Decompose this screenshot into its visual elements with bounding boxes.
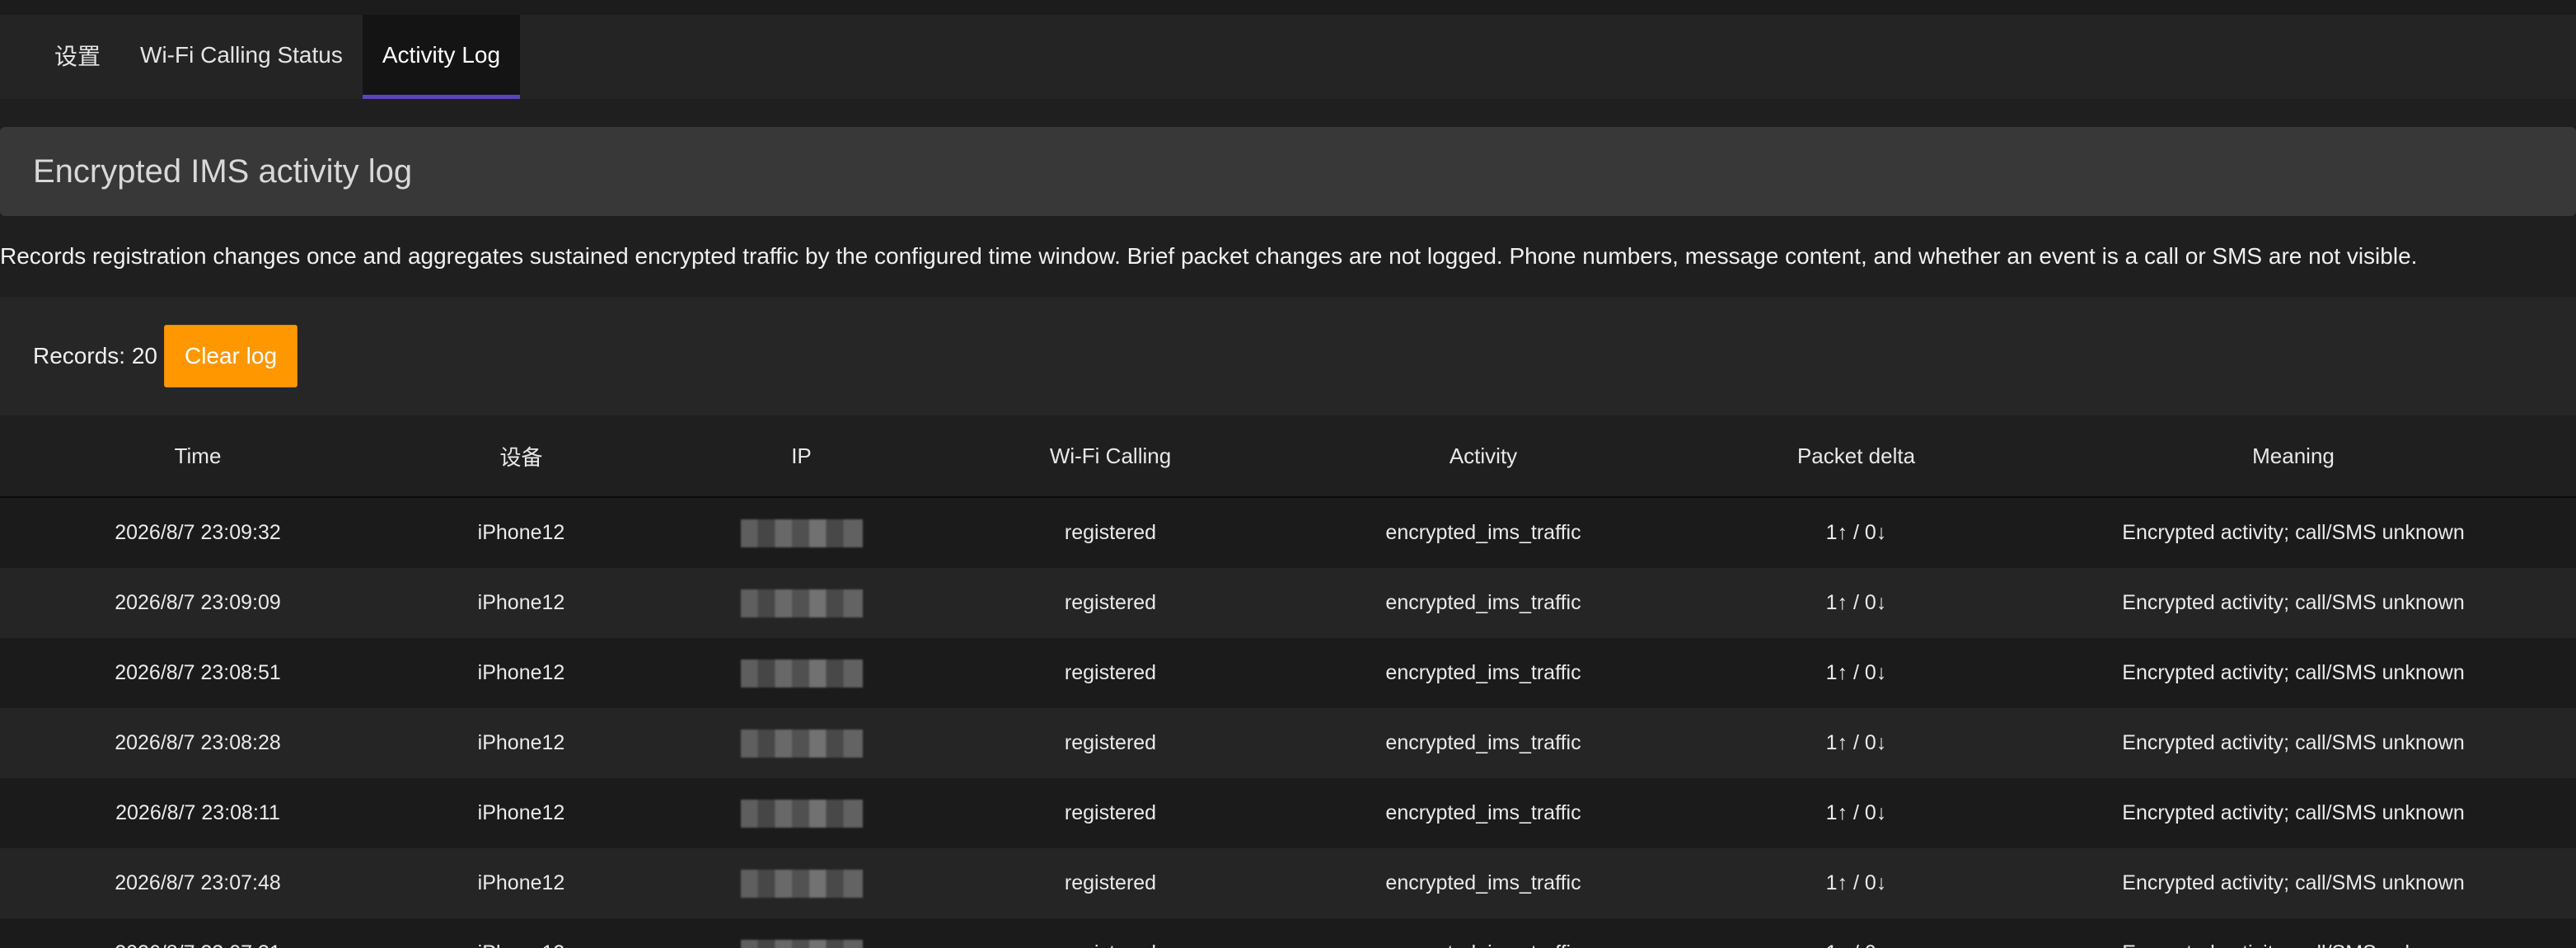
tab-activity-log[interactable]: Activity Log xyxy=(362,15,521,99)
panel-description: Records registration changes once and ag… xyxy=(0,243,2418,269)
cell-device: iPhone12 xyxy=(396,778,647,848)
cell-time: 2026/8/7 23:08:51 xyxy=(0,638,396,708)
cell-ip xyxy=(647,848,956,918)
cell-time: 2026/8/7 23:07:48 xyxy=(0,848,396,918)
column-header-activity[interactable]: Activity xyxy=(1265,415,1702,498)
table-row[interactable]: 2026/8/7 23:08:28 iPhone12 registered encry… xyxy=(0,708,2576,778)
cell-ip xyxy=(647,568,956,638)
redacted-ip-mask xyxy=(740,589,863,617)
cell-packet-delta: 1↑ / 0↓ xyxy=(1702,638,2011,708)
cell-time: 2026/8/7 23:09:32 xyxy=(0,497,396,568)
cell-packet-delta: 1↑ / 0↓ xyxy=(1702,568,2011,638)
tab-settings[interactable]: 设置 xyxy=(35,15,120,99)
cell-packet-delta: 1↑ / 0↓ xyxy=(1702,497,2011,568)
cell-packet-delta: 1↑ / 0↓ xyxy=(1702,778,2011,848)
table-body: 2026/8/7 23:09:32 iPhone12 registered encry… xyxy=(0,497,2576,948)
cell-time: 2026/8/7 23:08:11 xyxy=(0,778,396,848)
cell-ip xyxy=(647,708,956,778)
cell-activity: encrypted_ims_traffic xyxy=(1265,778,1702,848)
cell-wifi-calling: registered xyxy=(956,568,1265,638)
cell-wifi-calling: registered xyxy=(956,848,1265,918)
cell-meaning: Encrypted activity; call/SMS unknown xyxy=(2011,778,2576,848)
column-header-device[interactable]: 设备 xyxy=(396,415,647,498)
cell-activity: encrypted_ims_traffic xyxy=(1265,708,1702,778)
cell-device: iPhone12 xyxy=(396,497,647,568)
cell-time: 2026/8/7 23:07:31 xyxy=(0,918,396,948)
table-row[interactable]: 2026/8/7 23:08:51 iPhone12 registered encry… xyxy=(0,638,2576,708)
table-row[interactable]: 2026/8/7 23:07:48 iPhone12 registered encry… xyxy=(0,848,2576,918)
cell-meaning: Encrypted activity; call/SMS unknown xyxy=(2011,568,2576,638)
panel-title: Encrypted IMS activity log xyxy=(0,127,2576,216)
cell-meaning: Encrypted activity; call/SMS unknown xyxy=(2011,638,2576,708)
activity-log-table: Time 设备 IP Wi-Fi Calling Activity Packet… xyxy=(0,415,2576,948)
column-header-meaning[interactable]: Meaning xyxy=(2011,415,2576,498)
cell-meaning: Encrypted activity; call/SMS unknown xyxy=(2011,848,2576,918)
cell-ip xyxy=(647,778,956,848)
cell-packet-delta: 1↑ / 0↓ xyxy=(1702,848,2011,918)
clear-log-button[interactable]: Clear log xyxy=(163,325,298,387)
table-header-row: Time 设备 IP Wi-Fi Calling Activity Packet… xyxy=(0,415,2576,498)
redacted-ip-mask xyxy=(740,729,863,758)
redacted-ip-mask xyxy=(740,939,863,948)
spacer xyxy=(0,99,2576,127)
cell-device: iPhone12 xyxy=(396,638,647,708)
cell-device: iPhone12 xyxy=(396,918,647,948)
column-header-wifi-calling[interactable]: Wi-Fi Calling xyxy=(956,415,1265,498)
column-header-packet-delta[interactable]: Packet delta xyxy=(1702,415,2011,498)
redacted-ip-mask xyxy=(740,799,863,828)
cell-time: 2026/8/7 23:08:28 xyxy=(0,708,396,778)
cell-meaning: Encrypted activity; call/SMS unknown xyxy=(2011,497,2576,568)
tab-wifi-calling-status[interactable]: Wi-Fi Calling Status xyxy=(120,15,363,99)
column-header-ip[interactable]: IP xyxy=(647,415,956,498)
redacted-ip-mask xyxy=(740,869,863,898)
cell-wifi-calling: registered xyxy=(956,918,1265,948)
cell-activity: encrypted_ims_traffic xyxy=(1265,848,1702,918)
cell-packet-delta: 1↑ / 0↓ xyxy=(1702,918,2011,948)
cell-device: iPhone12 xyxy=(396,568,647,638)
cell-activity: encrypted_ims_traffic xyxy=(1265,638,1702,708)
cell-device: iPhone12 xyxy=(396,848,647,918)
redacted-ip-mask xyxy=(740,519,863,547)
cell-meaning: Encrypted activity; call/SMS unknown xyxy=(2011,918,2576,948)
cell-activity: encrypted_ims_traffic xyxy=(1265,568,1702,638)
cell-ip xyxy=(647,918,956,948)
cell-wifi-calling: registered xyxy=(956,497,1265,568)
redacted-ip-mask xyxy=(740,659,863,688)
cell-meaning: Encrypted activity; call/SMS unknown xyxy=(2011,708,2576,778)
cell-packet-delta: 1↑ / 0↓ xyxy=(1702,708,2011,778)
tab-bar: 设置 Wi-Fi Calling Status Activity Log xyxy=(0,15,2576,99)
cell-ip xyxy=(647,638,956,708)
cell-wifi-calling: registered xyxy=(956,638,1265,708)
cell-device: iPhone12 xyxy=(396,708,647,778)
cell-wifi-calling: registered xyxy=(956,708,1265,778)
top-gap xyxy=(0,0,2576,15)
table-row[interactable]: 2026/8/7 23:09:09 iPhone12 registered encry… xyxy=(0,568,2576,638)
cell-time: 2026/8/7 23:09:09 xyxy=(0,568,396,638)
table-row[interactable]: 2026/8/7 23:08:11 iPhone12 registered encry… xyxy=(0,778,2576,848)
column-header-time[interactable]: Time xyxy=(0,415,396,498)
table-row[interactable]: 2026/8/7 23:07:31iPhone12 registeredencry… xyxy=(0,918,2576,948)
cell-activity: encrypted_ims_traffic xyxy=(1265,497,1702,568)
log-toolbar: Records: 20 Clear log xyxy=(0,297,2576,415)
cell-wifi-calling: registered xyxy=(956,778,1265,848)
records-count: Records: 20 xyxy=(33,343,157,368)
cell-activity: encrypted_ims_traffic xyxy=(1265,918,1702,948)
cell-ip xyxy=(647,497,956,568)
table-row[interactable]: 2026/8/7 23:09:32 iPhone12 registered encry… xyxy=(0,497,2576,568)
